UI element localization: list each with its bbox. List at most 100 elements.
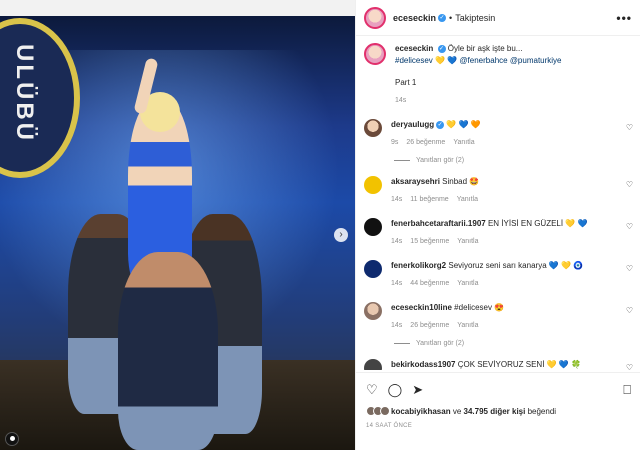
post-side-panel: eceseckin ✓ • Takiptesin ••• eceseckin ✓… [355,0,640,450]
post-author-username[interactable]: eceseckin [393,13,436,23]
caption-text: Öyle bir aşk işte bu... [447,44,523,53]
caption-emojis: 💛 💙 [435,56,458,65]
likes-and: ve [452,406,462,416]
verified-badge-icon: ✓ [438,13,447,22]
replies-line [394,343,410,344]
comments-list[interactable]: eceseckin ✓ Öyle bir aşk işte bu... #del… [356,37,640,370]
comment-item: aksaraysehri Sinbad 🤩 14s 11 beğenme Yanıtl… [364,176,633,206]
likes-others[interactable]: 34.795 diğer kişi [464,407,526,416]
comment-username[interactable]: fenerkolikorg2 [391,261,446,270]
comment-text: Seviyoruz seni sarı kanarya 💙 💛 🧿 [448,261,584,270]
post-media[interactable]: ULÜBÜ › [0,0,355,450]
likes-liked: beğendi [527,406,557,416]
comment-likes[interactable]: 44 beğenme [410,280,449,287]
caption-mentions[interactable]: @fenerbahce @pumaturkiye [459,56,561,65]
comment-time: 14s [391,196,403,203]
caption: eceseckin ✓ Öyle bir aşk işte bu... #del… [364,43,633,107]
avatar[interactable] [364,176,382,194]
caption-avatar[interactable] [364,43,386,65]
view-replies-button[interactable]: Yanıtları gör (2) [394,340,633,347]
comment-icon[interactable]: ◯ [388,382,403,398]
caption-part: Part 1 [395,78,417,87]
more-options-icon[interactable]: ••• [616,11,632,25]
following-button[interactable]: Takiptesin [455,13,495,23]
action-icons: ♡ ◯ ➤ ⎕ [366,381,631,399]
heart-icon[interactable]: ♡ [366,382,378,398]
bookmark-icon[interactable]: ⎕ [623,382,631,398]
comment-body: fenerkolikorg2 Seviyoruz seni sarı kanar… [391,260,611,290]
comment-item: eceseckin10line #delicesev 😍 14s 26 beğenm… [364,302,633,332]
comment-body: deryaulugg ✓ 💛 💙 🧡 9s 26 beğenme Yanıtla [391,119,611,149]
comment-item: fenerbahcetaraftarii.1907 EN İYİSİ EN GÜ… [364,218,633,248]
view-replies-button[interactable]: Yanıtları gör (2) [394,157,633,164]
comment-username[interactable]: aksaraysehri [391,177,440,186]
reply-button[interactable]: Yanıtla [457,196,478,203]
likes-summary: kocabiyikhasan ve 34.795 diğer kişi beğe… [366,406,631,416]
comment-likes[interactable]: 11 beğenme [410,196,448,203]
comment-like-icon[interactable]: ♡ [626,306,633,315]
comment-time: 14s [391,238,403,245]
comment-body: aksaraysehri Sinbad 🤩 14s 11 beğenme Yanıtl… [391,176,611,206]
comment-meta: 14s 15 beğenme Yanıtla [391,236,611,248]
comment-like-icon[interactable]: ♡ [626,180,633,189]
chevron-right-icon[interactable]: › [334,228,348,242]
view-replies-label: Yanıtları gör (2) [416,340,465,347]
badge-text: ULÜBÜ [11,44,38,143]
comment-likes[interactable]: 26 beğenme [410,322,449,329]
comment-username[interactable]: deryaulugg [391,120,434,129]
avatar[interactable] [364,260,382,278]
comment-item: bekirkodass1907 ÇOK SEVİYORUZ SENİ 💛 💙 🍀… [364,359,633,370]
comment-like-icon[interactable]: ♡ [626,363,633,370]
caption-username[interactable]: eceseckin [395,44,433,53]
comment-item: fenerkolikorg2 Seviyoruz seni sarı kanar… [364,260,633,290]
comment-username[interactable]: eceseckin10line [391,303,452,312]
view-replies-label: Yanıtları gör (2) [416,157,465,164]
comment-text: #delicesev 😍 [454,303,505,312]
comment-username[interactable]: fenerbahcetaraftarii.1907 [391,219,486,228]
verified-badge-icon: ✓ [437,44,446,53]
comment-body: fenerbahcetaraftarii.1907 EN İYİSİ EN GÜ… [391,218,611,248]
dancer-center [118,252,218,450]
avatar[interactable] [364,359,382,370]
comment-body: bekirkodass1907 ÇOK SEVİYORUZ SENİ 💛 💙 🍀 [391,359,611,370]
reply-button[interactable]: Yanıtla [457,238,478,245]
share-icon[interactable]: ➤ [412,382,423,398]
reply-button[interactable]: Yanıtla [457,280,478,287]
comment-text: ÇOK SEVİYORUZ SENİ 💛 💙 🍀 [457,360,581,369]
avatar[interactable] [364,302,382,320]
post-header: eceseckin ✓ • Takiptesin ••• [356,0,640,36]
comment-meta: 14s 44 beğenme Yanıtla [391,278,611,290]
comment-like-icon[interactable]: ♡ [626,123,633,132]
comment-time: 14s [391,322,403,329]
caption-hashtag[interactable]: #delicesev [395,56,433,65]
post-actions: ♡ ◯ ➤ ⎕ kocabiyikhasan ve 34.795 diğer k… [356,372,640,429]
comment-meta: 14s 26 beğenme Yanıtla [391,320,611,332]
carousel-dots [165,440,180,450]
post-timestamp: 14 SAAT ÖNCE [366,423,413,429]
avatar[interactable] [364,119,382,137]
comment-meta: 9s 26 beğenme Yanıtla [391,137,611,149]
caption-body: eceseckin ✓ Öyle bir aşk işte bu... #del… [395,43,625,107]
comment-likes[interactable]: 26 beğenme [406,139,445,146]
comment-username[interactable]: bekirkodass1907 [391,360,456,369]
user-tag-icon[interactable] [5,432,19,446]
comment-time: 14s [391,280,403,287]
avatar[interactable] [364,6,386,29]
reply-button[interactable]: Yanıtla [453,139,474,146]
comment-meta: 14s 11 beğenme Yanıtla [391,194,611,206]
replies-line [394,160,410,161]
liker-avatars [366,406,390,416]
verified-badge-icon: ✓ [436,120,445,129]
comment-text: EN İYİSİ EN GÜZELİ 💛 💙 [487,219,588,228]
comment-rows: deryaulugg ✓ 💛 💙 🧡 9s 26 beğenme Yanıtla ♡ Yan… [364,119,633,370]
liker-username[interactable]: kocabiyikhasan [391,407,451,416]
reply-button[interactable]: Yanıtla [457,322,478,329]
media-top-strip [0,0,355,16]
avatar[interactable] [364,218,382,236]
comment-like-icon[interactable]: ♡ [626,264,633,273]
separator-dot: • [449,12,453,23]
comment-item: deryaulugg ✓ 💛 💙 🧡 9s 26 beğenme Yanıtla ♡ [364,119,633,149]
comment-like-icon[interactable]: ♡ [626,222,633,231]
comment-text: Sinbad 🤩 [442,177,480,186]
comment-likes[interactable]: 15 beğenme [410,238,449,245]
